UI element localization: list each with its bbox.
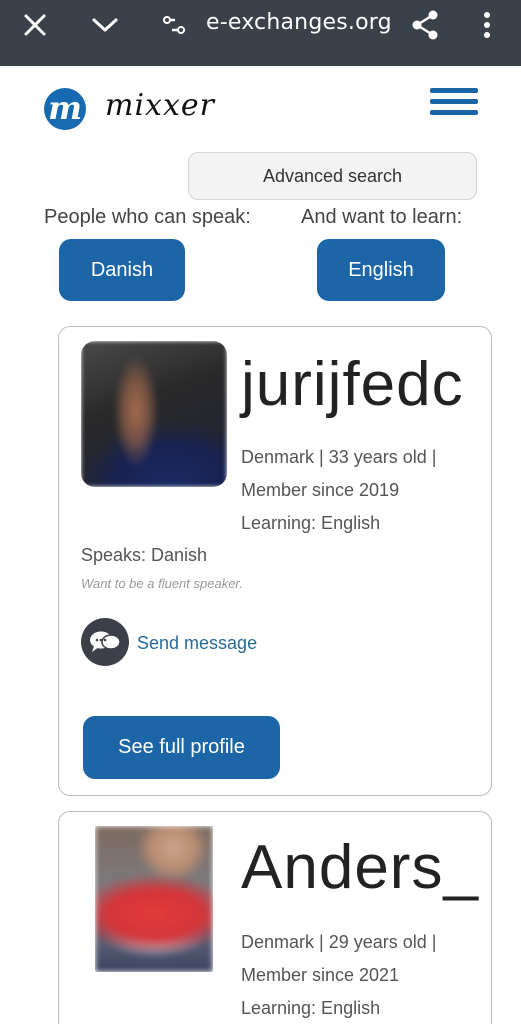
advanced-search-button[interactable]: Advanced search — [188, 152, 477, 200]
logo-icon[interactable]: m — [44, 88, 86, 130]
avatar[interactable] — [95, 826, 213, 972]
profile-location-age: Denmark | 33 years old | — [241, 447, 437, 467]
profile-location-age: Denmark | 29 years old | — [241, 932, 437, 952]
profile-speaks: Speaks: Danish — [81, 545, 208, 565]
profile-motto: Want to be a fluent speaker. — [81, 576, 243, 591]
chevron-down-icon[interactable] — [88, 0, 122, 50]
close-icon[interactable] — [18, 0, 52, 50]
share-icon[interactable] — [408, 0, 442, 50]
url-text: e-exchanges.org — [206, 10, 392, 35]
more-vert-icon[interactable] — [472, 0, 502, 50]
profile-card: jurijfedc Denmark | 33 years old | Membe… — [58, 326, 492, 796]
tune-icon[interactable] — [160, 0, 188, 50]
username[interactable]: Anders_ — [241, 832, 479, 903]
profile-card: Anders_ Denmark | 29 years old | Member … — [58, 811, 492, 1024]
browser-toolbar: e-exchanges.org — [0, 0, 521, 66]
speak-label: People who can speak: — [44, 206, 251, 228]
url-bar[interactable]: e-exchanges.org — [206, 10, 392, 35]
profile-learning: Learning: English — [241, 513, 381, 533]
username[interactable]: jurijfedc — [241, 349, 464, 420]
logo-text[interactable]: mixxer — [105, 88, 215, 123]
learn-language-select[interactable]: English — [317, 239, 445, 301]
learn-label: And want to learn: — [301, 206, 463, 228]
profile-member-since: Member since 2021 — [241, 965, 400, 985]
send-message-link[interactable]: Send message — [137, 633, 257, 654]
profile-learning: Learning: English — [241, 998, 381, 1018]
chat-bubbles-icon[interactable] — [81, 618, 129, 666]
see-full-profile-button[interactable]: See full profile — [83, 716, 280, 779]
avatar[interactable] — [81, 341, 227, 487]
site-header: m mixxer — [0, 66, 521, 152]
profile-member-since: Member since 2019 — [241, 480, 400, 500]
hamburger-icon[interactable] — [430, 88, 478, 122]
speak-language-select[interactable]: Danish — [59, 239, 185, 301]
